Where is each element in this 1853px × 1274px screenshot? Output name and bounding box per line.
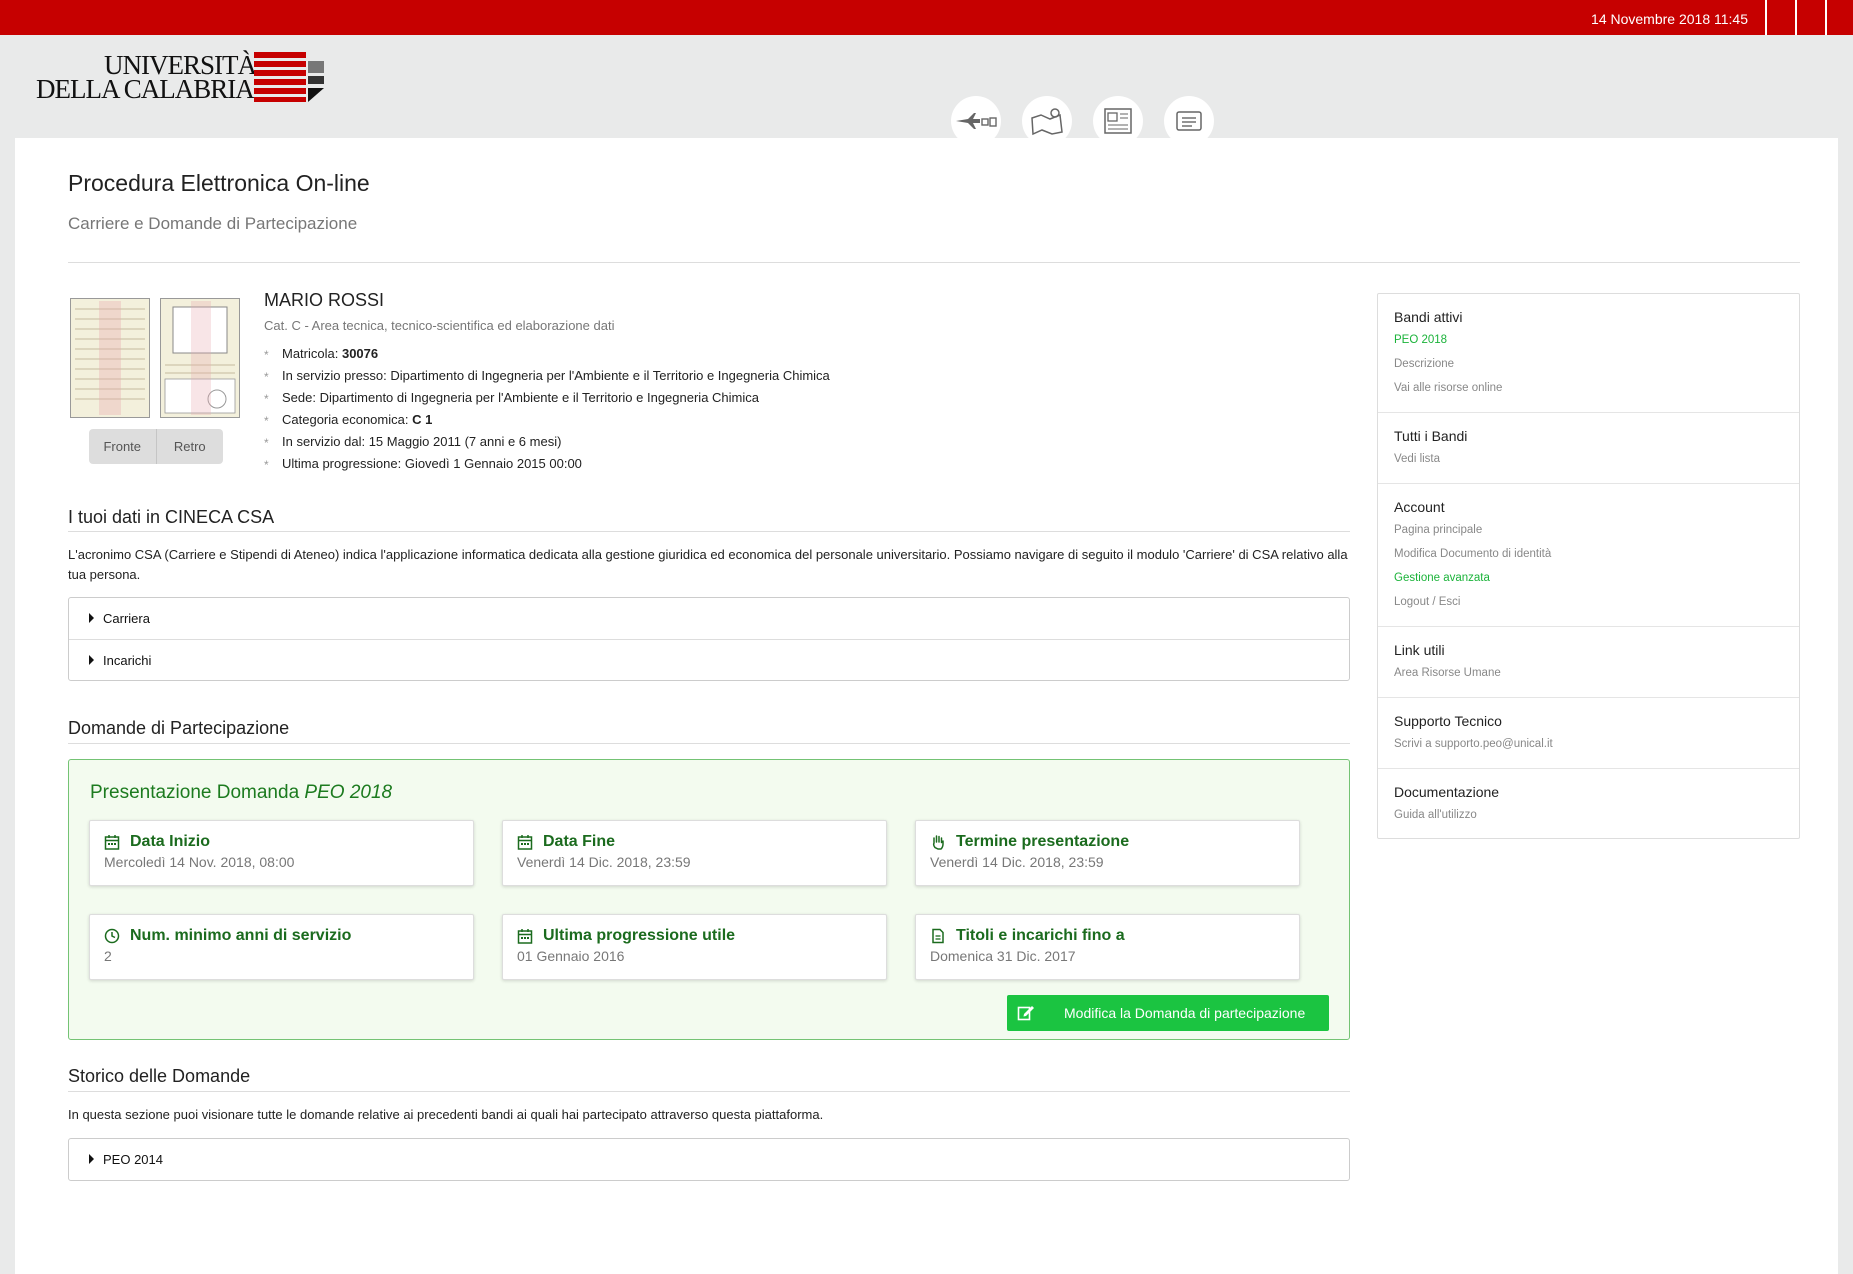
- sidebar-link-guida[interactable]: Guida all'utilizzo: [1394, 803, 1783, 827]
- card-value: 2: [104, 948, 112, 964]
- title-divider: [68, 262, 1800, 263]
- id-card-side-toggle: Fronte Retro: [89, 429, 223, 464]
- sidebar-group-account: Account Pagina principale Modifica Docum…: [1378, 484, 1799, 627]
- fact-sede: Sede: Dipartimento di Ingegneria per l'A…: [264, 387, 830, 410]
- employee-role: Cat. C - Area tecnica, tecnico-scientifi…: [264, 318, 615, 333]
- topbar-divider: [1825, 0, 1827, 35]
- sidebar-group-tutti-bandi: Tutti i Bandi Vedi lista: [1378, 413, 1799, 484]
- page-title: Procedura Elettronica On-line: [68, 170, 370, 196]
- storico-section-title: Storico delle Domande: [68, 1066, 251, 1086]
- sidebar-link-vedi-lista[interactable]: Vedi lista: [1394, 447, 1783, 471]
- card-title: Termine presentazione: [956, 833, 1130, 850]
- csa-section-title: I tuoi dati in CINECA CSA: [68, 507, 275, 527]
- card-data-inizio: Data Inizio Mercoledì 14 Nov. 2018, 08:0…: [89, 820, 474, 886]
- sidebar-group-bandi-attivi: Bandi attivi PEO 2018 Descrizione Vai al…: [1378, 294, 1799, 413]
- sidebar-link-supporto-email[interactable]: Scrivi a supporto.peo@unical.it: [1394, 732, 1783, 756]
- sidebar-group-title: Tutti i Bandi: [1394, 428, 1468, 444]
- sidebar-link-modifica-documento[interactable]: Modifica Documento di identità: [1394, 542, 1783, 566]
- sidebar-link-descrizione[interactable]: Descrizione: [1394, 352, 1783, 376]
- document-icon: [932, 928, 944, 944]
- sidebar: Bandi attivi PEO 2018 Descrizione Vai al…: [1377, 293, 1800, 839]
- id-back-button[interactable]: Retro: [155, 429, 224, 464]
- fact-categoria: Categoria economica: C 1: [264, 409, 830, 432]
- logo-stripes-icon: [254, 52, 324, 102]
- hand-icon: [932, 835, 944, 850]
- domande-section-title: Domande di Partecipazione: [68, 718, 290, 738]
- sidebar-link-risorse-online[interactable]: Vai alle risorse online: [1394, 376, 1783, 400]
- card-value: Venerdì 14 Dic. 2018, 23:59: [517, 854, 691, 870]
- caret-right-icon: [89, 1154, 94, 1164]
- card-value: Venerdì 14 Dic. 2018, 23:59: [930, 854, 1104, 870]
- card-anni-servizio: Num. minimo anni di servizio 2: [89, 914, 474, 980]
- card-title: Titoli e incarichi fino a: [956, 927, 1125, 944]
- storico-divider: [68, 1091, 1350, 1092]
- card-ultima-progressione: Ultima progressione utile 01 Gennaio 201…: [502, 914, 887, 980]
- card-title: Num. minimo anni di servizio: [130, 927, 352, 944]
- employee-name: MARIO ROSSI: [264, 290, 385, 310]
- fact-servizio-dal: In servizio dal: 15 Maggio 2011 (7 anni …: [264, 431, 830, 454]
- calendar-icon: [517, 929, 533, 944]
- main-panel: Procedura Elettronica On-line Carriere e…: [15, 138, 1838, 1274]
- sidebar-link-risorse-umane[interactable]: Area Risorse Umane: [1394, 661, 1783, 685]
- card-value: Mercoledì 14 Nov. 2018, 08:00: [104, 854, 295, 870]
- topbar-divider: [1765, 0, 1767, 35]
- card-title: Ultima progressione utile: [543, 927, 736, 944]
- id-card-back-image[interactable]: [160, 298, 240, 418]
- edit-icon: [1017, 1006, 1034, 1021]
- fact-ultima-progressione: Ultima progressione: Giovedì 1 Gennaio 2…: [264, 453, 830, 476]
- card-title: Data Fine: [543, 833, 616, 850]
- topbar-divider: [1795, 0, 1797, 35]
- calendar-icon: [517, 835, 533, 850]
- domande-divider: [68, 743, 1350, 744]
- sidebar-link-peo-2018[interactable]: PEO 2018: [1394, 328, 1783, 352]
- sidebar-group-title: Documentazione: [1394, 784, 1500, 800]
- id-card-front-image[interactable]: [70, 298, 150, 418]
- caret-right-icon: [89, 613, 94, 623]
- fact-matricola: Matricola: 30076: [264, 343, 830, 366]
- accordion-item-peo-2014[interactable]: PEO 2014: [69, 1139, 1349, 1180]
- csa-description: L'acronimo CSA (Carriere e Stipendi di A…: [68, 547, 1348, 582]
- sidebar-link-gestione-avanzata[interactable]: Gestione avanzata: [1394, 566, 1783, 590]
- storico-description: In questa sezione puoi visionare tutte l…: [68, 1107, 824, 1122]
- accordion-item-incarichi[interactable]: Incarichi: [69, 639, 1349, 680]
- card-value: 01 Gennaio 2016: [517, 948, 625, 964]
- caret-right-icon: [89, 655, 94, 665]
- sidebar-group-title: Link utili: [1394, 642, 1445, 658]
- page-subtitle: Carriere e Domande di Partecipazione: [68, 214, 358, 233]
- fact-servizio-presso: In servizio presso: Dipartimento di Inge…: [264, 365, 830, 388]
- id-front-button[interactable]: Fronte: [89, 429, 156, 464]
- sidebar-group-supporto: Supporto Tecnico Scrivi a supporto.peo@u…: [1378, 698, 1799, 769]
- employee-facts-list: Matricola: 30076 In servizio presso: Dip…: [264, 343, 830, 476]
- sidebar-group-documentazione: Documentazione Guida all'utilizzo: [1378, 769, 1799, 837]
- card-value: Domenica 31 Dic. 2017: [930, 948, 1076, 964]
- edit-application-button[interactable]: Modifica la Domanda di partecipazione: [1007, 995, 1329, 1031]
- calendar-icon: [104, 835, 120, 850]
- logo-line-2: DELLA CALABRIA: [36, 74, 255, 104]
- current-datetime: 14 Novembre 2018 11:45: [1591, 11, 1748, 27]
- card-titoli-incarichi: Titoli e incarichi fino a Domenica 31 Di…: [915, 914, 1300, 980]
- domanda-peo-box: Presentazione Domanda PEO 2018 Data Iniz…: [68, 759, 1350, 1040]
- sidebar-group-title: Account: [1394, 499, 1445, 515]
- sidebar-group-link-utili: Link utili Area Risorse Umane: [1378, 627, 1799, 698]
- accordion-item-carriera[interactable]: Carriera: [69, 598, 1349, 639]
- top-bar: 14 Novembre 2018 11:45: [0, 0, 1853, 35]
- sidebar-group-title: Supporto Tecnico: [1394, 713, 1502, 729]
- edit-application-label: Modifica la Domanda di partecipazione: [1064, 1005, 1306, 1021]
- sidebar-group-title: Bandi attivi: [1394, 309, 1463, 325]
- storico-accordion: PEO 2014: [68, 1138, 1350, 1181]
- card-data-fine: Data Fine Venerdì 14 Dic. 2018, 23:59: [502, 820, 887, 886]
- clock-icon: [104, 928, 120, 944]
- card-title: Data Inizio: [130, 833, 211, 850]
- domanda-box-title: Presentazione Domanda PEO 2018: [90, 782, 393, 803]
- csa-divider: [68, 531, 1350, 532]
- sidebar-link-logout[interactable]: Logout / Esci: [1394, 590, 1783, 614]
- csa-accordion: Carriera Incarichi: [68, 597, 1350, 681]
- university-logo[interactable]: UNIVERSITÀ DELLA CALABRIA: [36, 50, 336, 104]
- card-termine-presentazione: Termine presentazione Venerdì 14 Dic. 20…: [915, 820, 1300, 886]
- sidebar-link-pagina-principale[interactable]: Pagina principale: [1394, 518, 1783, 542]
